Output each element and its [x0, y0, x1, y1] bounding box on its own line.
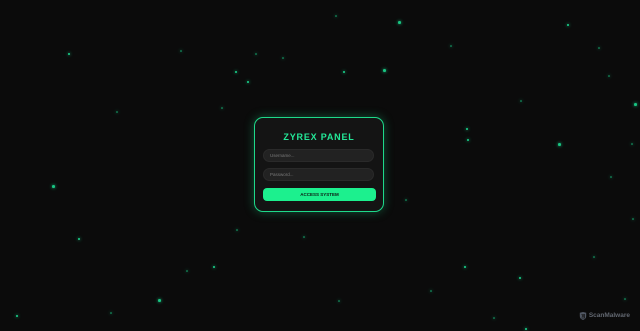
particle-dot [247, 81, 249, 83]
particle-dot [493, 317, 495, 319]
particle-dot [632, 218, 634, 220]
particle-dot [383, 69, 386, 72]
particle-dot [180, 50, 182, 52]
particle-dot [236, 229, 238, 231]
particle-dot [405, 199, 407, 201]
particle-dot [78, 238, 80, 240]
particle-dot [610, 176, 612, 178]
particle-dot [467, 139, 469, 141]
particle-dot [235, 71, 237, 73]
particle-dot [255, 53, 257, 55]
particle-dot [186, 270, 188, 272]
particle-dot [158, 299, 161, 302]
particle-dot [398, 21, 401, 24]
watermark-text: ScanMalware [588, 312, 630, 319]
scanmalware-logo-icon [579, 311, 587, 320]
particle-dot [282, 57, 284, 59]
particle-dot [343, 71, 345, 73]
watermark: ScanMalware [579, 311, 630, 320]
particle-dot [213, 266, 215, 268]
particle-dot [598, 47, 600, 49]
password-input[interactable] [263, 168, 374, 181]
particle-dot [567, 24, 569, 26]
particle-dot [464, 266, 466, 268]
login-page: ZYREX PANEL ACCESS SYSTEM ScanMalware [0, 0, 640, 331]
particle-dot [430, 290, 432, 292]
particle-dot [116, 111, 118, 113]
particle-dot [608, 75, 610, 77]
particle-dot [631, 143, 633, 145]
particle-dot [450, 45, 452, 47]
panel-title: ZYREX PANEL [283, 132, 355, 142]
login-card: ZYREX PANEL ACCESS SYSTEM [254, 117, 384, 212]
particle-dot [110, 312, 112, 314]
particle-dot [525, 328, 527, 330]
particle-dot [221, 107, 223, 109]
particle-dot [558, 143, 561, 146]
particle-dot [520, 100, 522, 102]
particle-dot [68, 53, 70, 55]
particle-dot [16, 315, 18, 317]
particle-dot [303, 236, 305, 238]
particle-dot [634, 103, 637, 106]
particle-dot [519, 277, 521, 279]
username-input[interactable] [263, 149, 374, 162]
particle-dot [624, 298, 626, 300]
particle-dot [335, 15, 337, 17]
particle-dot [52, 185, 55, 188]
particle-dot [593, 256, 595, 258]
particle-dot [338, 300, 340, 302]
particle-dot [466, 128, 468, 130]
access-system-button[interactable]: ACCESS SYSTEM [263, 188, 376, 201]
